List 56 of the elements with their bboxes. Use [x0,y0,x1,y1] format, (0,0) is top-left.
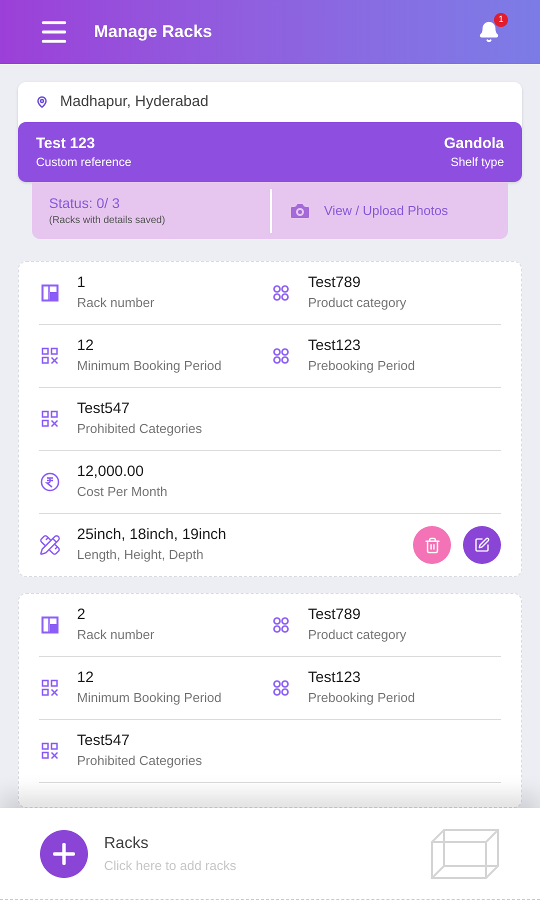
bottom-bar[interactable]: Racks Click here to add racks [0,808,540,900]
field-value: Test789 [308,273,362,293]
field-value: 2 [77,605,86,625]
field-label: Prebooking Period [308,357,415,375]
add-rack-icon[interactable] [40,830,88,878]
shelf-type-label: Shelf type [450,154,504,170]
footer-subtitle: Click here to add racks [104,856,236,875]
field-value: Test547 [77,731,131,751]
field-label: Product category [308,626,406,644]
field-value: 25inch, 18inch, 19inch [77,525,226,545]
rack-icon [41,284,59,302]
field-label: Prebooking Period [308,689,415,707]
field-label: Minimum Booking Period [77,689,222,707]
delete-button[interactable] [413,526,451,564]
field-value: 12 [77,336,95,356]
grid-icon [272,679,290,697]
edit-icon [474,537,490,553]
field-label: Rack number [77,294,154,312]
field-value: Test123 [308,336,362,356]
grid-x-icon [41,742,59,760]
header-title: Manage Racks [94,21,212,44]
field-value: Test789 [308,605,362,625]
field-value: 12,000.00 [77,462,145,482]
rupee-icon [40,472,60,492]
field-label: Prohibited Categories [77,420,202,438]
grid-icon [272,284,290,302]
ruler-pencil-icon [39,534,61,556]
edit-button[interactable] [463,526,501,564]
field-label: Minimum Booking Period [77,357,222,375]
location-pin-icon [36,96,48,108]
field-value: 12 [77,668,95,688]
notification-badge: 1 [494,13,508,27]
field-label: Product category [308,294,406,312]
grid-x-icon [41,347,59,365]
grid-x-icon [41,679,59,697]
field-label: Length, Height, Depth [77,546,204,564]
trash-icon [424,536,440,554]
grid-icon [272,347,290,365]
rack-icon [41,616,59,634]
status-title: Status: 0/ 3 [49,194,121,213]
footer-title: Racks [104,834,150,854]
field-value: Test547 [77,399,131,419]
grid-icon [272,616,290,634]
shelf-type-value: Gandola [444,134,504,154]
notification-icon[interactable] [478,21,500,43]
location-text: Madhapur, Hyderabad [60,92,208,112]
field-value: Test123 [308,668,362,688]
reference-value: Test 123 [36,134,96,154]
field-value: 1 [77,273,86,293]
field-label: Prohibited Categories [77,752,202,770]
grid-x-icon [41,410,59,428]
reference-label: Custom reference [36,154,132,170]
field-label: Rack number [77,626,154,644]
field-label: Cost Per Month [77,483,168,501]
box-icon [430,828,500,880]
status-subtitle: (Racks with details saved) [49,214,166,228]
